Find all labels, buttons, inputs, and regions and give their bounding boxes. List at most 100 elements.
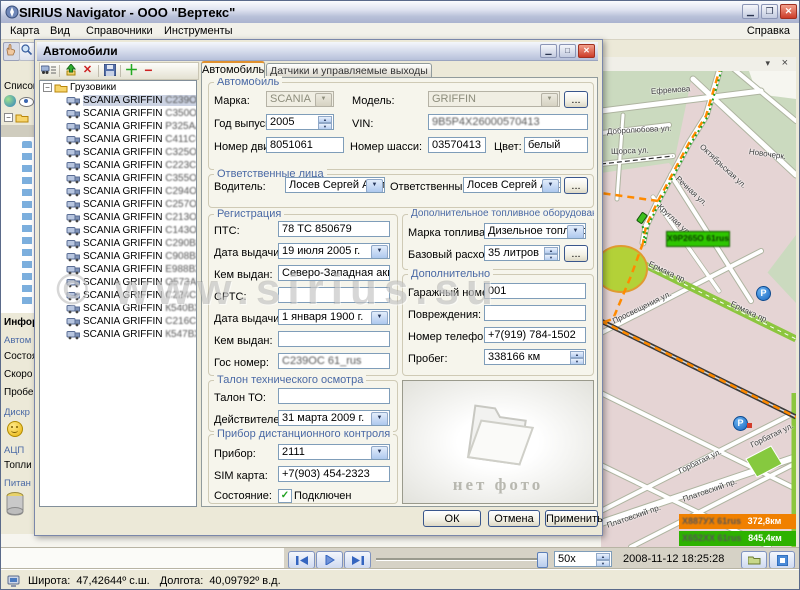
sim-field[interactable]: +7(903) 454-2323 [278,466,390,482]
ticket-field[interactable] [278,388,390,404]
save-icon[interactable] [102,64,117,78]
vin-field[interactable]: 9B5P4X26000570413 [428,114,588,130]
dropdown-icon[interactable]: ▼ [371,245,388,259]
track-label-orange[interactable]: Х887УХ 61rus 372,8км [679,514,796,529]
valid-until-picker[interactable]: 31 марта 2009 г.▼ [278,410,390,426]
apply-button[interactable]: Применить [545,510,598,527]
delete-vehicle-icon[interactable]: ✕ [80,64,95,78]
globe-icon[interactable] [4,95,16,107]
spinner-icons[interactable]: ▲▼ [544,247,558,259]
fuel-more-button[interactable]: ... [564,245,588,262]
issue-date-picker[interactable]: 19 июля 2005 г.▼ [278,243,390,259]
expand-icon[interactable]: − [43,83,52,92]
dropdown-icon[interactable]: ▼ [371,446,388,460]
issued-by2-field[interactable] [278,331,390,347]
add-vehicle-icon[interactable] [63,64,78,78]
issued-by-field[interactable]: Северо-Западная акцизная т [278,265,390,281]
tree-item-vehicle[interactable]: SCANIA GRIFFIN О573АУ 61rus [40,276,196,289]
vehicle-list-icon[interactable] [41,64,56,78]
tree-item-vehicle[interactable]: SCANIA GRIFFIN К540ВХ 161rus [40,302,196,315]
dialog-minimize-button[interactable]: ▁ [540,44,557,58]
model-more-button[interactable]: ... [564,91,588,108]
damage-field[interactable] [484,305,586,321]
phone-field[interactable]: +7(919) 784-1502 [484,327,586,343]
dropdown-icon[interactable]: ▼ [371,412,388,426]
vehicle-tree[interactable]: − Грузовики SCANIA GRIFFIN С239ОС 61rus [39,80,197,507]
eye-icon[interactable] [19,97,34,107]
brand-combo[interactable]: SCANIA▼ [266,91,334,107]
timeline-slider-thumb[interactable] [537,552,548,568]
expand-icon[interactable]: − [4,113,13,122]
menu-help[interactable]: Справка [742,24,795,38]
tree-item-vehicle[interactable]: SCANIA GRIFFIN С239ОС 61rus [40,94,196,107]
garage-field[interactable]: 001 [484,283,586,299]
menu-tools[interactable]: Инструменты [159,24,238,38]
tree-item-vehicle[interactable]: SCANIA GRIFFIN С213ОС 61rus [40,211,196,224]
tree-item-vehicle[interactable]: SCANIA GRIFFIN К547ВХ 161rus [40,328,196,341]
pan-tool-button[interactable] [3,42,20,61]
plate-field[interactable]: С239ОС 61_rus [278,353,390,369]
map-close-icon[interactable]: × [782,57,788,69]
tree-item-vehicle[interactable]: SCANIA GRIFFIN С355ОС 61rus [40,172,196,185]
menu-view[interactable]: Вид [45,24,75,38]
main-title-bar[interactable]: SIRIUS Navigator - ООО "Вертекс" ▁ ❐ ✕ [1,1,800,24]
dialog-close-button[interactable]: ✕ [578,44,595,58]
map-view[interactable]: Ефремова Добролюбова ул. Щорса ул. Октяб… [601,71,796,547]
map-mode-button[interactable] [769,551,795,569]
restore-button[interactable]: ❐ [761,4,778,19]
issue-date2-picker[interactable]: 1 января 1900 г.▼ [278,309,390,325]
fuel-type-combo[interactable]: Дизельное топливо▼ [484,223,586,239]
add-group-icon[interactable]: ＋ [124,64,139,78]
connected-checkbox[interactable]: ✓ [278,489,292,503]
play-button[interactable] [316,551,343,569]
minimize-button[interactable]: ▁ [742,4,759,19]
dropdown-icon[interactable]: ▼ [542,179,559,193]
close-button[interactable]: ✕ [780,4,797,19]
engine-field[interactable]: 8051061 [266,137,344,153]
pts-field[interactable]: 78 ТС 850679 [278,221,390,237]
menu-directories[interactable]: Справочники [81,24,158,38]
tree-item-vehicle[interactable]: SCANIA GRIFFIN С143ОХ 161rus [40,224,196,237]
skip-end-button[interactable] [344,551,371,569]
map-menu-chevron-icon[interactable]: ▾ [765,58,770,69]
mileage-spinner[interactable]: 338166 км▲▼ [484,349,586,365]
remove-group-icon[interactable]: − [141,64,156,78]
dialog-maximize-button[interactable]: □ [559,44,576,58]
color-field[interactable]: белый [524,137,588,153]
spinner-icons[interactable]: ▲▼ [596,553,610,565]
tree-item-vehicle[interactable]: SCANIA GRIFFIN С257ОС 61rus [40,198,196,211]
spinner-icons[interactable]: ▲▼ [318,116,332,128]
tree-item-vehicle[interactable]: SCANIA GRIFFIN С290ВВ 61rus [40,237,196,250]
tree-item-vehicle[interactable]: SCANIA GRIFFIN С908ВВ 61rus [40,250,196,263]
tree-item-vehicle[interactable]: SCANIA GRIFFIN С223СС 61rus [40,159,196,172]
track-label-green[interactable]: Х652ХХ 61rus 845,4км [679,531,796,546]
tree-item-vehicle[interactable]: SCANIA GRIFFIN С216СС 61rus [40,315,196,328]
speed-spinner[interactable]: 50x ▲▼ [554,551,612,567]
skip-start-button[interactable] [288,551,315,569]
tree-item-vehicle[interactable]: SCANIA GRIFFIN С224СС 61rus [40,289,196,302]
dialog-title-bar[interactable]: Автомобили ▁ □ ✕ [37,42,598,61]
timeline-slider-track[interactable] [376,558,546,561]
chassis-field[interactable]: 03570413 [428,137,486,153]
tree-root-row[interactable]: − Грузовики [40,81,196,94]
device-combo[interactable]: 2111▼ [278,444,390,460]
dropdown-icon[interactable]: ▼ [371,311,388,325]
tree-item-vehicle[interactable]: SCANIA GRIFFIN Р325АА 61rus [40,120,196,133]
srts-field[interactable] [278,287,390,303]
tree-item-vehicle[interactable]: SCANIA GRIFFIN С350ОЕ 61rus [40,107,196,120]
tree-item-vehicle[interactable]: SCANIA GRIFFIN С294ОС 61rus [40,185,196,198]
model-combo[interactable]: GRIFFIN▼ [428,91,560,107]
parking-marker-icon[interactable]: P [733,416,748,431]
tree-item-vehicle[interactable]: SCANIA GRIFFIN С411СС 61rus [40,133,196,146]
responsible-combo[interactable]: Лосев Сергей Анатоль▼ [463,177,561,193]
dropdown-icon[interactable]: ▼ [366,179,383,193]
tree-item-vehicle[interactable]: SCANIA GRIFFIN Е988ВХ 161rus [40,263,196,276]
parking-marker-icon[interactable]: P [756,286,771,301]
menu-map[interactable]: Карта [5,24,44,38]
ok-button[interactable]: ОК [423,510,481,527]
spinner-icons[interactable]: ▲▼ [570,351,584,363]
persons-more-button[interactable]: ... [564,177,588,194]
tab-vehicle[interactable]: Автомобиль [201,61,265,78]
tree-item-vehicle[interactable]: SCANIA GRIFFIN С325ОС 61rus [40,146,196,159]
year-spinner[interactable]: 2005▲▼ [266,114,334,130]
